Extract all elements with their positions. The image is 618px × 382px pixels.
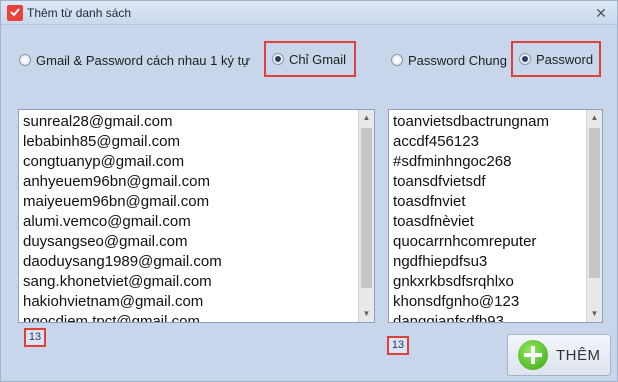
radio-password-label: Password	[536, 51, 594, 67]
app-icon	[7, 5, 23, 21]
radio-common-password-dot[interactable]	[391, 54, 403, 66]
password-list[interactable]: toanvietsdbactrungnam accdf456123 #sdfminh…	[388, 109, 603, 323]
list-item[interactable]: hakiohvietnam@gmail.com	[23, 292, 222, 312]
scroll-thumb[interactable]	[589, 128, 600, 278]
list-item[interactable]: ngdfhiepdfsu3	[393, 252, 549, 272]
list-item[interactable]: gnkxrkbsdfsrqhlxo	[393, 272, 549, 292]
radio-password-dot[interactable]	[519, 53, 531, 65]
add-button-label: THÊM	[556, 346, 601, 364]
add-button[interactable]: THÊM	[507, 334, 611, 376]
scroll-thumb[interactable]	[361, 128, 372, 288]
radio-gmail-only-dot[interactable]	[272, 53, 284, 65]
plus-circle-icon	[518, 340, 548, 370]
list-item[interactable]: maiyeuem96bn@gmail.com	[23, 192, 222, 212]
list-item[interactable]: khonsdfgnho@123	[393, 292, 549, 312]
list-item[interactable]: toanvietsdbactrungnam	[393, 112, 549, 132]
window-title: Thêm từ danh sách	[27, 6, 132, 20]
close-icon[interactable]: ✕	[593, 5, 609, 21]
list-item[interactable]: duysangseo@gmail.com	[23, 232, 222, 252]
radio-password[interactable]: Password	[511, 41, 601, 77]
radio-common-password[interactable]: Password Chung	[391, 50, 507, 70]
scroll-up-arrow-icon[interactable]: ▲	[359, 110, 374, 126]
list-item[interactable]: lebabinh85@gmail.com	[23, 132, 222, 152]
radio-gmail-only[interactable]: Chỉ Gmail	[264, 41, 356, 77]
add-from-list-dialog: Thêm từ danh sách ✕ Gmail & Password các…	[0, 0, 618, 382]
list-item[interactable]: ngocdiem.tpct@gmail.com	[23, 312, 222, 322]
radio-separate-label: Gmail & Password cách nhau 1 ký tự	[36, 52, 250, 68]
radio-common-password-label: Password Chung	[408, 52, 507, 68]
radio-separate-dot[interactable]	[19, 54, 31, 66]
list-item[interactable]: anhyeuem96bn@gmail.com	[23, 172, 222, 192]
email-count-badge: 13	[24, 328, 46, 347]
list-item[interactable]: accdf456123	[393, 132, 549, 152]
list-item[interactable]: dangqianfsdfb93	[393, 312, 549, 322]
list-item[interactable]: sunreal28@gmail.com	[23, 112, 222, 132]
radio-gmail-only-label: Chỉ Gmail	[289, 51, 347, 67]
radio-separate[interactable]: Gmail & Password cách nhau 1 ký tự	[19, 50, 250, 70]
list-item[interactable]: sang.khonetviet@gmail.com	[23, 272, 222, 292]
list-item[interactable]: daoduysang1989@gmail.com	[23, 252, 222, 272]
scroll-up-arrow-icon[interactable]: ▲	[587, 110, 602, 126]
email-list-scrollbar[interactable]: ▲ ▼	[358, 110, 374, 322]
list-item[interactable]: congtuanyp@gmail.com	[23, 152, 222, 172]
list-item[interactable]: toansdfvietsdf	[393, 172, 549, 192]
list-item[interactable]: toasdfnviet	[393, 192, 549, 212]
scroll-down-arrow-icon[interactable]: ▼	[587, 306, 602, 322]
title-bar: Thêm từ danh sách ✕	[1, 1, 617, 25]
email-list[interactable]: sunreal28@gmail.com lebabinh85@gmail.com c…	[18, 109, 375, 323]
scroll-down-arrow-icon[interactable]: ▼	[359, 306, 374, 322]
password-list-scrollbar[interactable]: ▲ ▼	[586, 110, 602, 322]
list-item[interactable]: alumi.vemco@gmail.com	[23, 212, 222, 232]
password-count-badge: 13	[387, 336, 409, 355]
email-items: sunreal28@gmail.com lebabinh85@gmail.com c…	[23, 112, 222, 322]
password-items: toanvietsdbactrungnam accdf456123 #sdfminh…	[393, 112, 549, 322]
list-item[interactable]: toasdfnèviet	[393, 212, 549, 232]
list-item[interactable]: #sdfminhngoc268	[393, 152, 549, 172]
list-item[interactable]: quocarrnhcomreputer	[393, 232, 549, 252]
